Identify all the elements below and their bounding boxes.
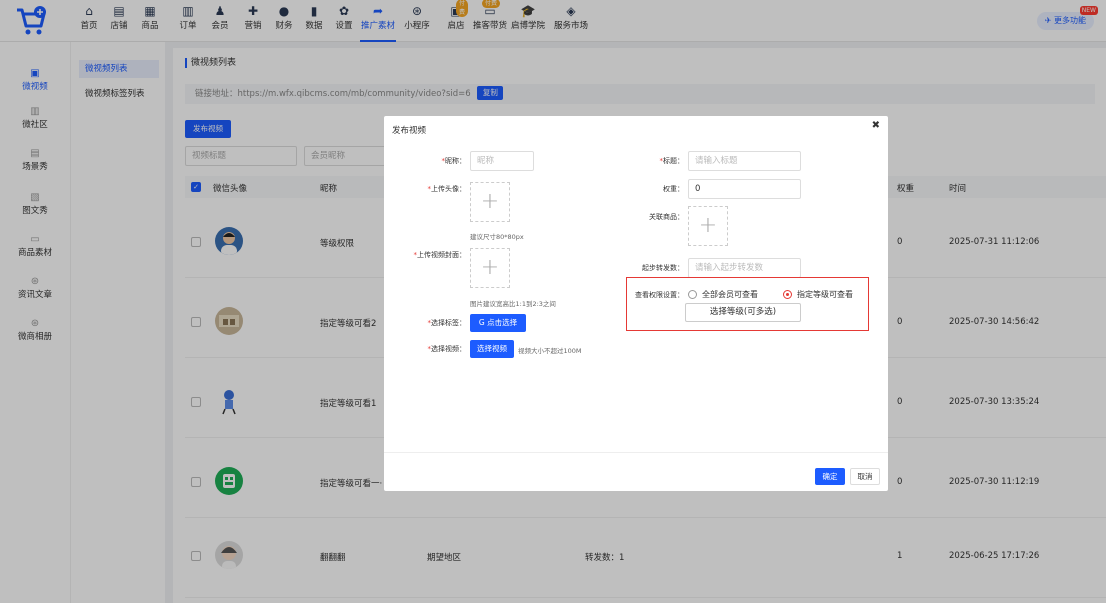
close-icon[interactable]: ✖ — [872, 120, 880, 131]
select-tag-button[interactable]: G 点击选择 — [470, 314, 526, 332]
publish-video-dialog: 发布视频 ✖ *昵称： 昵称 *上传头像： + 建议尺寸80*80px *上传视… — [384, 116, 888, 491]
avatar-upload-plus-icon[interactable]: + — [470, 182, 510, 222]
weight-input[interactable]: 0 — [688, 179, 801, 199]
avatar-label-text: 上传头像： — [431, 185, 466, 193]
cover-label: *上传视频封面： — [394, 250, 467, 260]
dialog-divider — [384, 452, 888, 453]
video-label: *选择视频： — [404, 344, 467, 354]
title-label-text: 标题： — [663, 157, 684, 165]
avatar-hint: 建议尺寸80*80px — [470, 233, 524, 241]
weight-label: 权重： — [663, 185, 684, 193]
permission-label: 查看权限设置： — [635, 291, 684, 299]
select-level-button[interactable]: 选择等级(可多选) — [685, 303, 801, 322]
avatar-label: *上传头像： — [404, 184, 467, 194]
related-goods-label: 关联商品： — [649, 213, 684, 221]
video-hint: 视频大小不超过100M — [518, 347, 582, 355]
nick-input[interactable]: 昵称 — [470, 151, 534, 171]
related-goods-plus-icon[interactable]: + — [688, 206, 728, 246]
cancel-button[interactable]: 取消 — [850, 468, 880, 485]
perm-all-radio[interactable] — [688, 290, 697, 299]
dialog-title: 发布视频 — [392, 126, 427, 136]
cover-label-text: 上传视频封面： — [417, 251, 466, 259]
video-label-text: 选择视频： — [431, 345, 466, 353]
title-input[interactable]: 请输入标题 — [688, 151, 801, 171]
title-label: *标题： — [634, 156, 685, 166]
select-video-button[interactable]: 选择视频 — [470, 340, 514, 358]
nick-label-text: 昵称： — [445, 157, 466, 165]
cover-hint: 图片建议宽高比1:1到2:3之间 — [470, 300, 556, 308]
tag-label: *选择标签： — [404, 318, 467, 328]
perm-all-label: 全部会员可查看 — [702, 290, 758, 299]
forward-label: 起步转发数： — [642, 264, 684, 272]
confirm-button[interactable]: 确定 — [815, 468, 845, 485]
cover-upload-plus-icon[interactable]: + — [470, 248, 510, 288]
nick-label: *昵称： — [404, 156, 467, 166]
perm-level-label: 指定等级可查看 — [797, 290, 853, 299]
forward-input[interactable]: 请输入起步转发数 — [688, 258, 801, 278]
perm-level-radio[interactable] — [783, 290, 792, 299]
tag-label-text: 选择标签： — [431, 319, 466, 327]
